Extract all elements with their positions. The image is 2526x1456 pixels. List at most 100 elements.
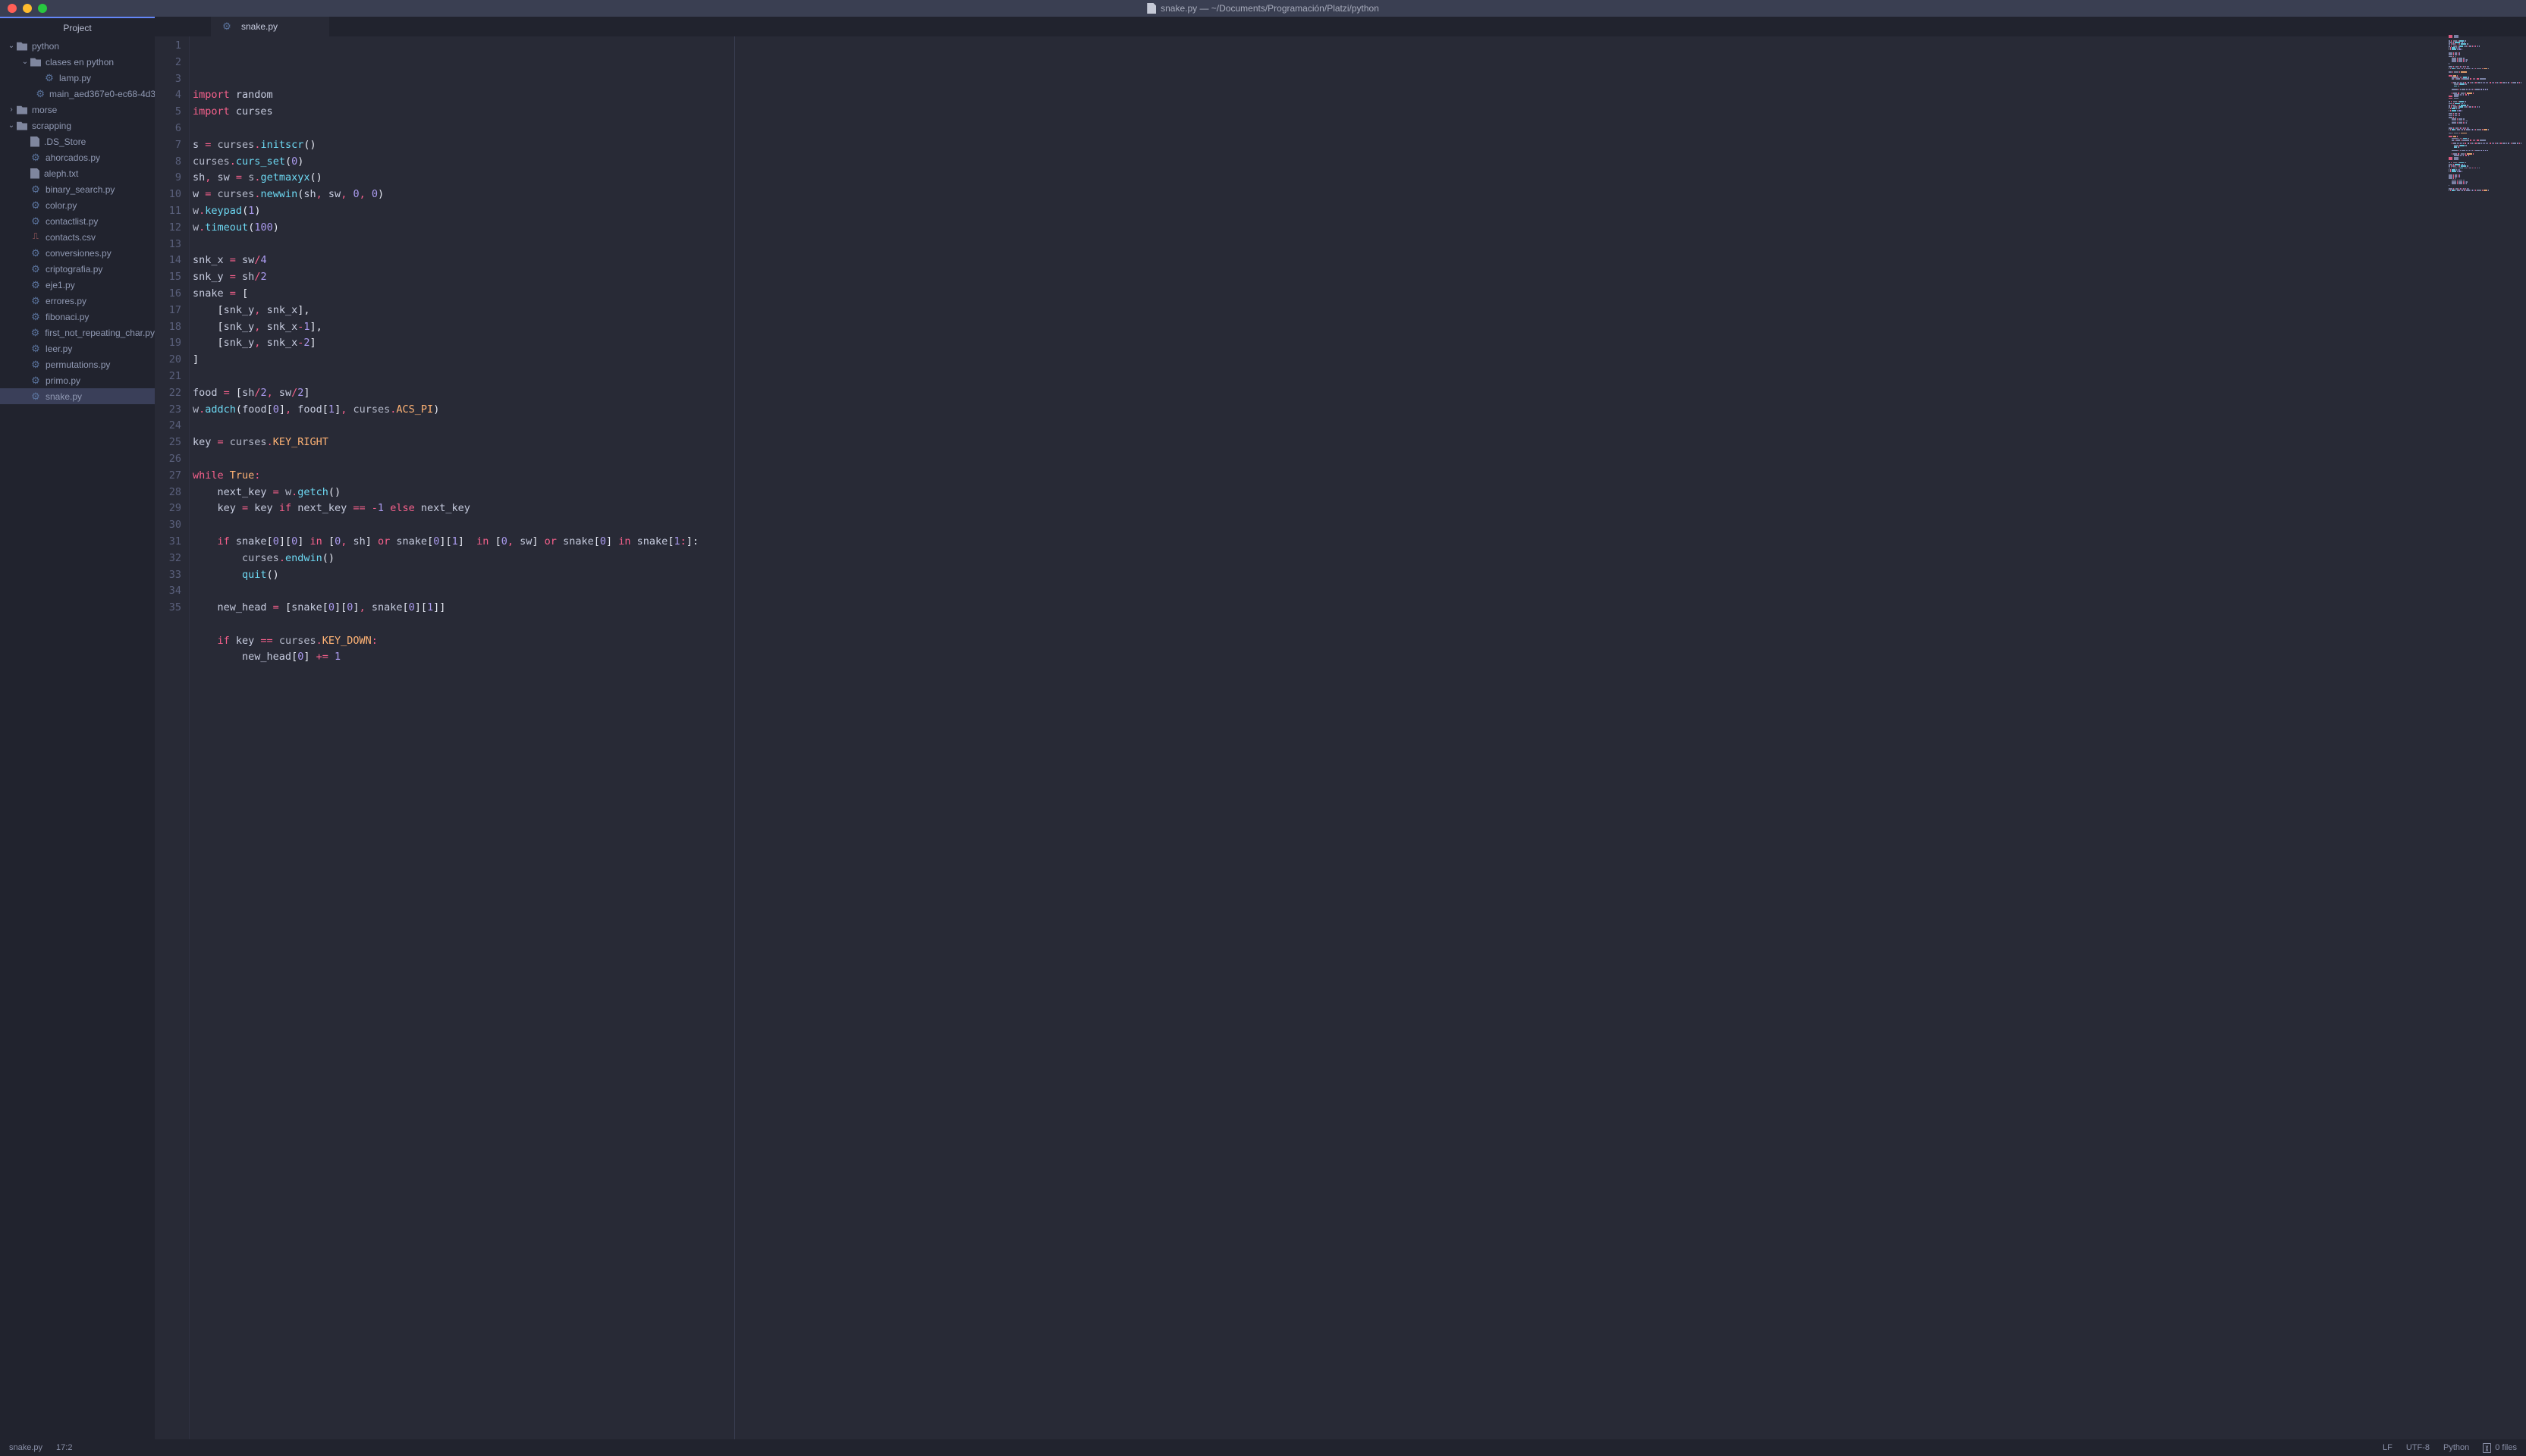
python-icon: ⚙ xyxy=(30,375,41,387)
code-editor[interactable]: 1234567891011121314151617181920212223242… xyxy=(155,36,2526,1439)
python-icon: ⚙ xyxy=(30,295,41,307)
file-icon xyxy=(30,168,39,179)
sidebar-title: Project xyxy=(0,18,155,38)
tree-item--ds-store[interactable]: ›.DS_Store xyxy=(0,133,155,149)
window-title: snake.py — ~/Documents/Programación/Plat… xyxy=(1147,3,1379,14)
python-icon: ⚙ xyxy=(30,247,41,259)
minimap[interactable] xyxy=(2449,35,2521,192)
tree-item-lamp-py[interactable]: ›⚙lamp.py xyxy=(0,70,155,86)
tree-item-label: scrapping xyxy=(32,121,71,131)
tree-item-permutations-py[interactable]: ›⚙permutations.py xyxy=(0,356,155,372)
tree-item-label: contacts.csv xyxy=(46,232,96,243)
tab-snake-py[interactable]: ⚙ snake.py xyxy=(211,17,329,36)
tree-item-label: permutations.py xyxy=(46,359,110,370)
tree-item-criptografia-py[interactable]: ›⚙criptografia.py xyxy=(0,261,155,277)
tree-item-label: morse xyxy=(32,105,57,115)
python-icon: ⚙ xyxy=(36,88,45,100)
tree-item-eje1-py[interactable]: ›⚙eje1.py xyxy=(0,277,155,293)
tree-item-label: aleph.txt xyxy=(44,168,78,179)
tree-item-label: errores.py xyxy=(46,296,86,306)
tree-item-label: snake.py xyxy=(46,391,82,402)
python-icon: ⚙ xyxy=(30,343,41,355)
chevron-down-icon[interactable]: ⌄ xyxy=(6,121,17,130)
tree-item-errores-py[interactable]: ›⚙errores.py xyxy=(0,293,155,309)
tree-item-snake-py[interactable]: ›⚙snake.py xyxy=(0,388,155,404)
tree-item-clases-en-python[interactable]: ⌄ clases en python xyxy=(0,54,155,70)
python-icon: ⚙ xyxy=(30,215,41,228)
python-icon: ⚙ xyxy=(44,72,55,84)
tree-item-label: lamp.py xyxy=(59,73,91,83)
tree-item-label: main_aed367e0-ec68-4d3… xyxy=(49,89,155,99)
tree-item-contactlist-py[interactable]: ›⚙contactlist.py xyxy=(0,213,155,229)
tree-item-ahorcados-py[interactable]: ›⚙ahorcados.py xyxy=(0,149,155,165)
chevron-down-icon[interactable]: ⌄ xyxy=(6,42,17,50)
tree-item-label: eje1.py xyxy=(46,280,75,290)
tree-item-scrapping[interactable]: ⌄ scrapping xyxy=(0,118,155,133)
tree-item-label: criptografia.py xyxy=(46,264,102,275)
tree-item-binary-search-py[interactable]: ›⚙binary_search.py xyxy=(0,181,155,197)
tree-item-first-not-repeating-char-py[interactable]: ›⚙first_not_repeating_char.py xyxy=(0,325,155,340)
status-encoding[interactable]: UTF-8 xyxy=(2406,1443,2430,1452)
tree-item-label: contactlist.py xyxy=(46,216,98,227)
traffic-lights[interactable] xyxy=(8,4,47,13)
status-file[interactable]: snake.py xyxy=(9,1443,42,1452)
tree-item-label: python xyxy=(32,41,59,52)
git-icon xyxy=(2483,1443,2491,1453)
file-icon xyxy=(30,136,39,147)
python-icon: ⚙ xyxy=(30,311,41,323)
tree-item-leer-py[interactable]: ›⚙leer.py xyxy=(0,340,155,356)
tree-item-label: fibonaci.py xyxy=(46,312,89,322)
folder-icon xyxy=(30,58,41,67)
tree-item-label: conversiones.py xyxy=(46,248,112,259)
code-area[interactable]: import randomimport cursess = curses.ini… xyxy=(190,36,2526,1439)
python-icon: ⚙ xyxy=(30,184,41,196)
tree-item-primo-py[interactable]: ›⚙primo.py xyxy=(0,372,155,388)
close-window-button[interactable] xyxy=(8,4,17,13)
ruler-guide xyxy=(734,36,735,1439)
tree-item-label: binary_search.py xyxy=(46,184,115,195)
tree-item-aleph-txt[interactable]: ›aleph.txt xyxy=(0,165,155,181)
status-language[interactable]: Python xyxy=(2443,1443,2469,1452)
tree-item-fibonaci-py[interactable]: ›⚙fibonaci.py xyxy=(0,309,155,325)
status-cursor[interactable]: 17:2 xyxy=(56,1443,72,1452)
minimize-window-button[interactable] xyxy=(23,4,32,13)
window-titlebar: snake.py — ~/Documents/Programación/Plat… xyxy=(0,0,2526,17)
python-icon: ⚙ xyxy=(30,199,41,212)
python-icon: ⚙ xyxy=(30,327,41,339)
chevron-down-icon[interactable]: ⌄ xyxy=(20,58,30,66)
csv-icon: ⎍ xyxy=(30,232,41,242)
python-icon: ⚙ xyxy=(30,263,41,275)
status-git[interactable]: 0 files xyxy=(2483,1443,2517,1453)
tree-item-contacts-csv[interactable]: ›⎍contacts.csv xyxy=(0,229,155,245)
chevron-right-icon[interactable]: › xyxy=(6,105,17,114)
file-icon xyxy=(1147,3,1156,14)
file-tree[interactable]: ⌄python⌄clases en python›⚙lamp.py›⚙main_… xyxy=(0,38,155,1439)
tree-item-python[interactable]: ⌄ python xyxy=(0,38,155,54)
python-icon: ⚙ xyxy=(221,20,232,33)
tree-item-main-aed367e0-ec68-4d3-[interactable]: ›⚙main_aed367e0-ec68-4d3… xyxy=(0,86,155,102)
python-icon: ⚙ xyxy=(30,391,41,403)
tree-item-label: clases en python xyxy=(46,57,114,67)
editor-tabs: ⚙ snake.py xyxy=(155,17,2526,36)
editor-panel: ⚙ snake.py 12345678910111213141516171819… xyxy=(155,17,2526,1439)
tree-item-color-py[interactable]: ›⚙color.py xyxy=(0,197,155,213)
project-sidebar: Project ⌄python⌄clases en python›⚙lamp.p… xyxy=(0,17,155,1439)
status-bar: snake.py 17:2 LF UTF-8 Python 0 files xyxy=(0,1439,2526,1456)
folder-icon xyxy=(17,105,27,115)
tree-item-label: leer.py xyxy=(46,344,72,354)
line-gutter: 1234567891011121314151617181920212223242… xyxy=(155,36,190,1439)
maximize-window-button[interactable] xyxy=(38,4,47,13)
main-area: Project ⌄python⌄clases en python›⚙lamp.p… xyxy=(0,17,2526,1439)
folder-icon xyxy=(17,42,27,51)
status-eol[interactable]: LF xyxy=(2383,1443,2392,1452)
folder-icon xyxy=(17,121,27,130)
tree-item-label: .DS_Store xyxy=(44,136,86,147)
python-icon: ⚙ xyxy=(30,279,41,291)
python-icon: ⚙ xyxy=(30,152,41,164)
python-icon: ⚙ xyxy=(30,359,41,371)
tree-item-label: first_not_repeating_char.py xyxy=(45,328,155,338)
tree-item-conversiones-py[interactable]: ›⚙conversiones.py xyxy=(0,245,155,261)
tree-item-morse[interactable]: › morse xyxy=(0,102,155,118)
tree-item-label: primo.py xyxy=(46,375,80,386)
tree-item-label: ahorcados.py xyxy=(46,152,100,163)
